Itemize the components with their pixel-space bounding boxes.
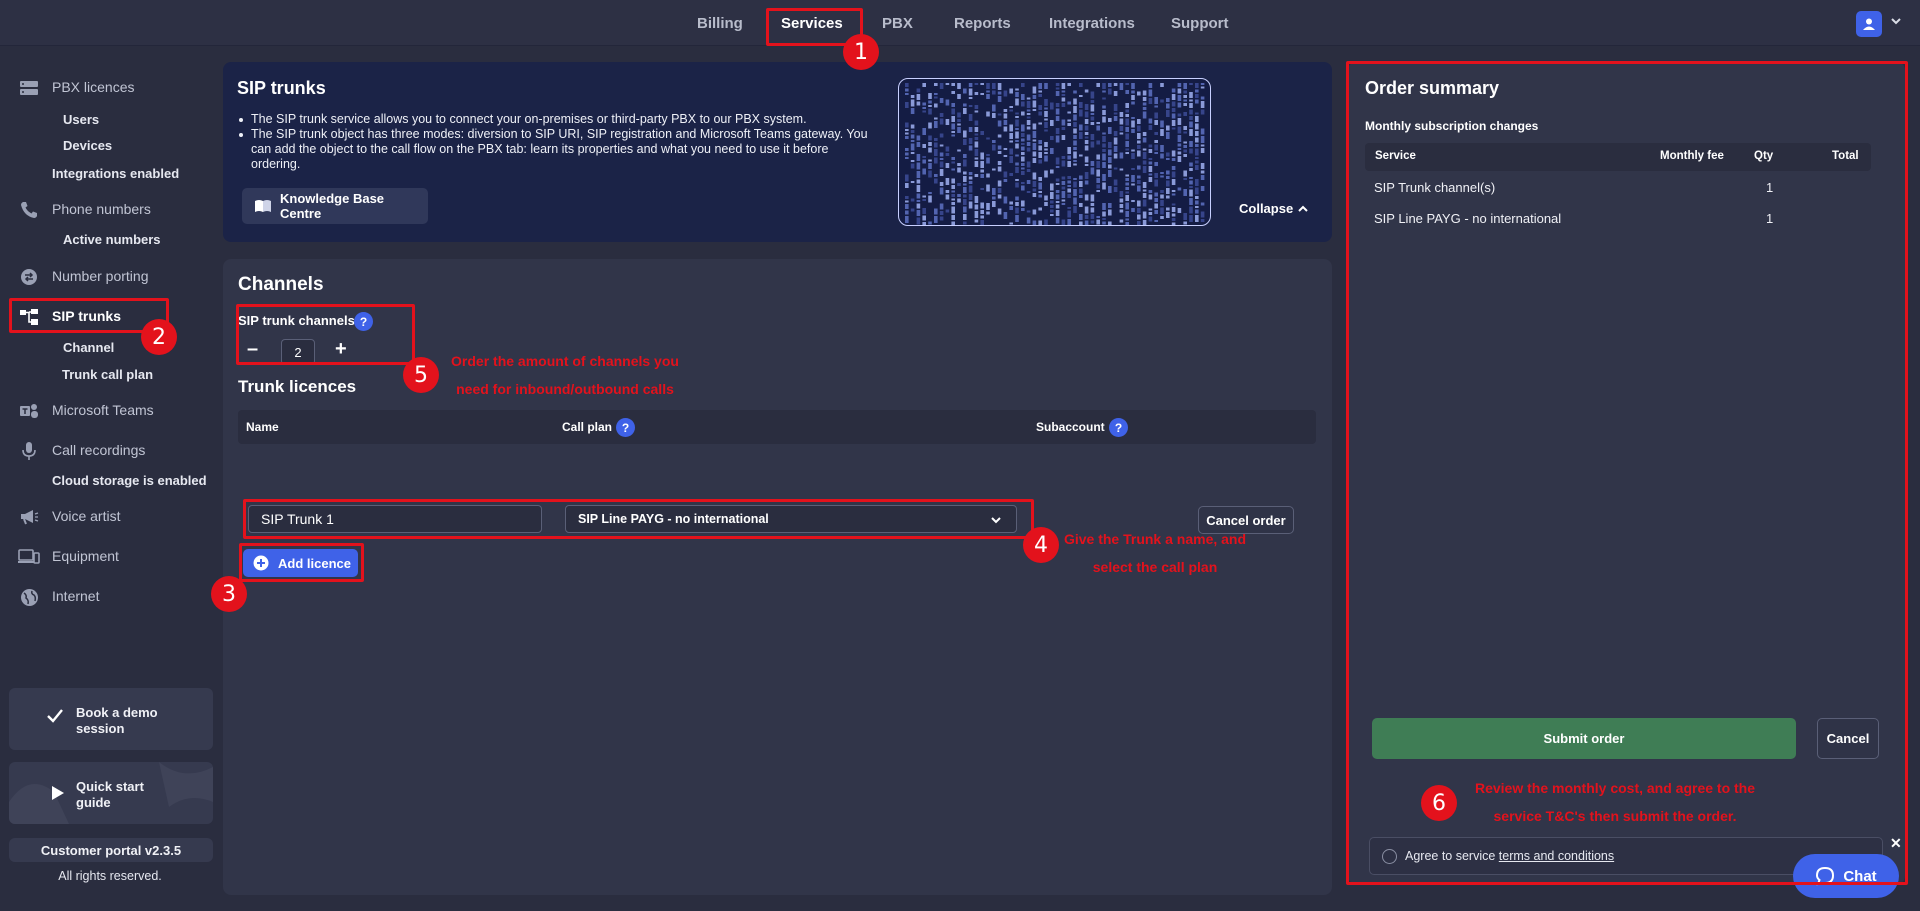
knowledge-base-button[interactable]: Knowledge Base Centre <box>242 188 428 224</box>
book-demo-card[interactable]: Book a demo session <box>9 688 213 750</box>
annotation-note-5: Order the amount of channels you need fo… <box>451 353 679 397</box>
top-bar: Billing Services PBX Reports Integration… <box>0 0 1920 46</box>
chevron-up-icon <box>1298 205 1308 212</box>
phone-icon <box>18 201 40 219</box>
nav-billing[interactable]: Billing <box>697 15 743 32</box>
licences-table-header: Name Call plan ? Subaccount ? <box>238 410 1316 444</box>
call-plan-help-icon[interactable]: ? <box>616 418 635 437</box>
col-subaccount: Subaccount <box>1036 420 1105 434</box>
devices-icon <box>18 548 40 566</box>
annotation-badge-6: 6 <box>1421 785 1457 821</box>
annotation-box-order-summary <box>1346 61 1908 885</box>
quick-start-card[interactable]: Quick start guide <box>9 762 213 824</box>
annotation-box-add-licence <box>239 543 364 582</box>
globe-icon <box>18 588 40 606</box>
nav-pbx[interactable]: PBX <box>882 15 913 32</box>
user-icon <box>1863 18 1875 30</box>
porting-icon <box>18 268 40 286</box>
sidebar-item-devices[interactable]: Devices <box>63 138 112 153</box>
trunk-licences-title: Trunk licences <box>238 377 357 396</box>
play-icon <box>51 785 65 804</box>
annotation-badge-3: 3 <box>211 576 247 612</box>
annotation-badge-4: 4 <box>1023 527 1059 563</box>
hero-bullet-2: The SIP trunk object has three modes: di… <box>237 127 877 172</box>
annotation-box-licence-row <box>243 499 1034 539</box>
sidebar: PBX licences Users Devices Integrations … <box>0 46 220 911</box>
hero-description: The SIP trunk service allows you to conn… <box>237 112 877 172</box>
sidebar-item-users[interactable]: Users <box>63 112 99 127</box>
annotation-note-4: Give the Trunk a name, and select the ca… <box>1063 531 1247 575</box>
nav-reports[interactable]: Reports <box>954 15 1011 32</box>
check-icon <box>46 708 64 727</box>
teams-icon <box>18 402 40 420</box>
annotation-box-channels <box>236 304 415 365</box>
sidebar-item-trunk-call-plan[interactable]: Trunk call plan <box>62 367 153 382</box>
annotation-badge-1: 1 <box>843 34 879 70</box>
annotation-badge-5: 5 <box>403 357 439 393</box>
sidebar-item-channel[interactable]: Channel <box>63 340 114 355</box>
annotation-badge-2: 2 <box>141 319 177 355</box>
hero-bullet-1: The SIP trunk service allows you to conn… <box>237 112 877 127</box>
nav-support[interactable]: Support <box>1171 15 1229 32</box>
book-demo-label-2: session <box>76 721 125 736</box>
user-avatar-button[interactable] <box>1856 11 1882 37</box>
hero-illustration <box>898 78 1211 226</box>
nav-integrations[interactable]: Integrations <box>1049 15 1135 32</box>
quick-start-label-1: Quick start <box>76 779 144 794</box>
megaphone-icon <box>18 508 40 526</box>
chevron-down-icon[interactable] <box>1890 14 1902 30</box>
hero-title: SIP trunks <box>237 78 326 98</box>
server-icon <box>18 79 40 97</box>
col-call-plan: Call plan <box>562 420 613 434</box>
quick-start-label-2: guide <box>76 795 111 810</box>
sip-trunks-hero: SIP trunks The SIP trunk service allows … <box>223 62 1332 242</box>
microphone-icon <box>18 442 40 460</box>
version-badge: Customer portal v2.3.5 <box>9 838 213 862</box>
rights-text: All rights reserved. <box>58 869 162 883</box>
sidebar-item-cloud-storage: Cloud storage is enabled <box>52 473 207 488</box>
book-icon <box>254 199 272 213</box>
book-demo-label-1: Book a demo <box>76 705 158 720</box>
channels-title: Channels <box>238 274 324 295</box>
annotation-note-6: Review the monthly cost, and agree to th… <box>1474 780 1756 824</box>
subaccount-help-icon[interactable]: ? <box>1109 418 1128 437</box>
col-name: Name <box>246 420 279 434</box>
sidebar-item-integrations-enabled: Integrations enabled <box>52 166 180 181</box>
sidebar-item-active-numbers[interactable]: Active numbers <box>63 232 161 247</box>
collapse-button[interactable]: Collapse <box>1239 201 1308 216</box>
